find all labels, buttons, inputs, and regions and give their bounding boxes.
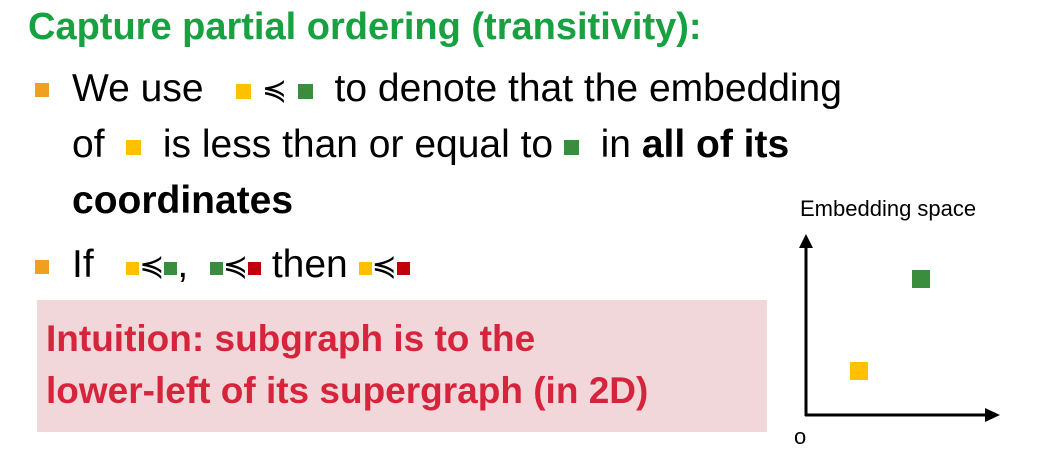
green-point-icon: [912, 270, 930, 288]
x-axis-arrowhead-icon: [985, 408, 1000, 422]
embedding-space-diagram: [799, 234, 1000, 422]
origin-label: o: [794, 424, 807, 449]
yellow-point-icon: [850, 362, 868, 380]
y-axis-arrowhead-icon: [799, 234, 813, 248]
